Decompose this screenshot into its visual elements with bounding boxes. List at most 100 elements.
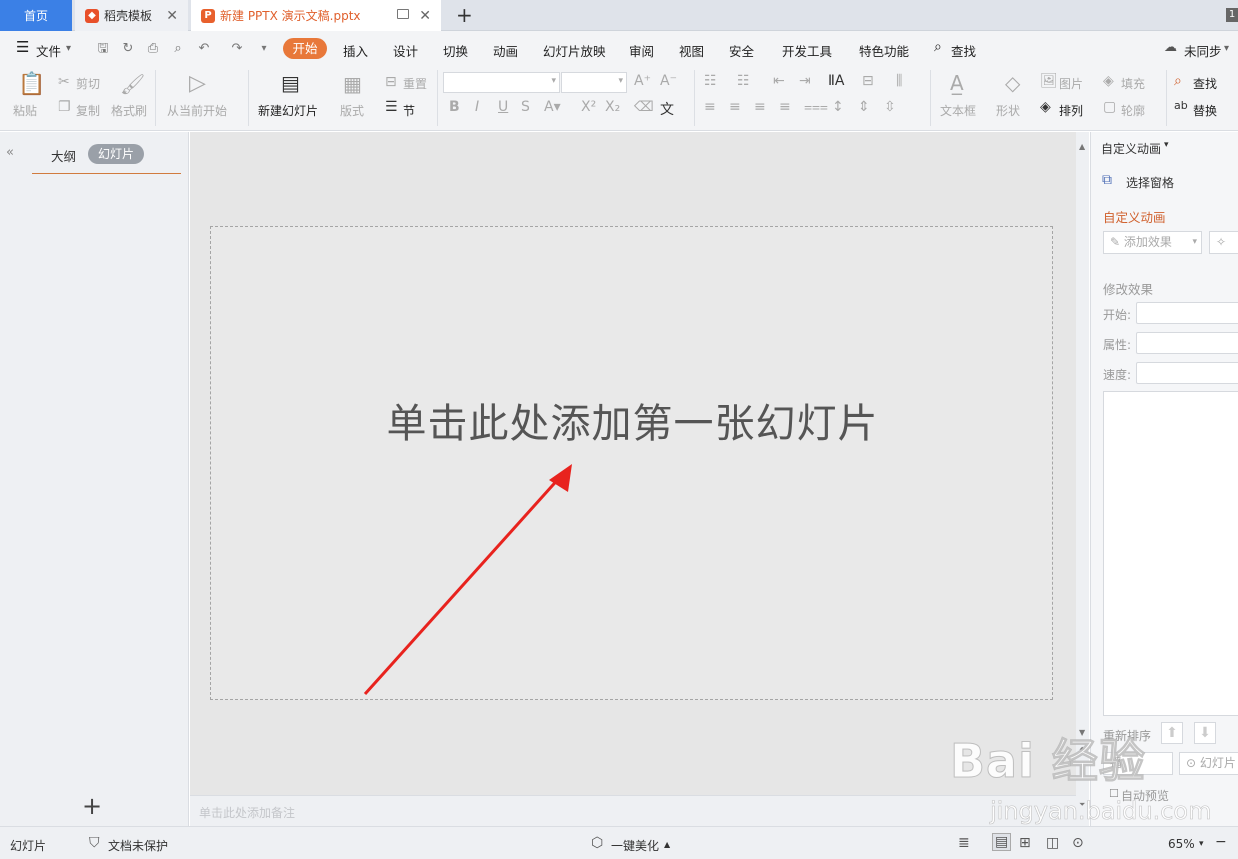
chevron-up-icon[interactable]: ▲ [664, 840, 670, 849]
menu-start[interactable]: 开始 [283, 38, 327, 59]
add-effect-button[interactable]: ✎ 添加效果 ▾ [1103, 231, 1202, 254]
new-slide-icon[interactable]: ▤ [281, 71, 300, 95]
menu-transition[interactable]: 切换 [443, 41, 468, 60]
menu-view[interactable]: 视图 [679, 41, 704, 60]
notes-area[interactable]: 单击此处添加备注 [190, 795, 1076, 826]
align-left-icon[interactable]: ≡ [704, 99, 716, 115]
delete-effect-button[interactable]: ✧ [1209, 231, 1238, 254]
autopreview-label[interactable]: 自动预览 [1121, 787, 1169, 804]
align-right-icon[interactable]: ≡ [754, 99, 766, 115]
shape-icon[interactable]: ◇ [1005, 71, 1020, 95]
replace-button[interactable]: 替换 [1193, 102, 1217, 119]
chevron-down-icon[interactable]: ▾ [66, 43, 71, 54]
section-icon[interactable]: ☰ [385, 99, 398, 115]
arrange-button[interactable]: 排列 [1059, 102, 1083, 119]
paste-button[interactable]: 粘贴 [13, 102, 37, 119]
find-icon[interactable]: ⌕ [1174, 73, 1182, 89]
tab-home[interactable]: 首页 [0, 0, 72, 31]
animation-list[interactable] [1103, 391, 1238, 716]
copy-button[interactable]: 复制 [76, 102, 100, 119]
zoom-out-icon[interactable]: − [1215, 834, 1227, 850]
print-icon[interactable]: ⎙ [146, 42, 160, 56]
format-painter-icon[interactable]: 🖌 [120, 72, 145, 96]
fill-button[interactable]: 填充 [1121, 75, 1145, 92]
paragraph-spacing-icon[interactable]: ⇕ [858, 99, 870, 115]
add-slide-button[interactable]: + [82, 792, 102, 820]
close-icon[interactable]: ✕ [166, 8, 178, 24]
zoom-level[interactable]: 65% [1168, 837, 1195, 851]
menu-developer[interactable]: 开发工具 [782, 41, 832, 60]
collapse-panel-icon[interactable]: « [6, 145, 14, 160]
outline-button[interactable]: 轮廓 [1121, 102, 1145, 119]
checkbox-icon[interactable]: ☐ [1109, 787, 1119, 800]
chevron-down-icon[interactable]: ▾ [1164, 140, 1169, 150]
menu-design[interactable]: 设计 [393, 41, 418, 60]
cut-icon[interactable]: ✂ [58, 74, 70, 90]
text-align-vertical-icon[interactable]: ⇳ [884, 99, 896, 115]
cut-button[interactable]: 剪切 [76, 75, 100, 92]
undo-icon[interactable]: ↶ [197, 42, 211, 56]
move-up-button[interactable]: ⬆ [1161, 722, 1183, 744]
decrease-font-icon[interactable]: A⁻ [660, 73, 677, 89]
close-icon[interactable]: ✕ [419, 8, 431, 24]
add-first-slide-placeholder[interactable]: 单击此处添加第一张幻灯片 [211, 391, 1054, 449]
menu-file[interactable]: 文件 [36, 41, 61, 60]
tab-slides[interactable]: 幻灯片 [88, 144, 144, 164]
slide-placeholder-area[interactable]: 单击此处添加第一张幻灯片 [210, 226, 1053, 700]
slideshow-view-icon[interactable]: ⊙ [1072, 835, 1084, 851]
layout-icon[interactable]: ▦ [343, 72, 362, 96]
font-family-select[interactable] [443, 72, 560, 93]
reading-view-icon[interactable]: ◫ [1046, 835, 1059, 851]
print-preview-icon[interactable]: ⌕ [171, 42, 185, 56]
property-select[interactable] [1136, 332, 1238, 354]
line-spacing-icon[interactable]: ↕ [832, 99, 844, 115]
menu-features[interactable]: 特色功能 [859, 41, 909, 60]
distribute-icon[interactable]: ⩶ [804, 99, 828, 115]
menu-review[interactable]: 审阅 [629, 41, 654, 60]
slideshow-button[interactable]: ⊙ 幻灯片 [1179, 752, 1238, 775]
indent-increase-icon[interactable]: ⇥ [799, 73, 811, 89]
sync-status[interactable]: 未同步 [1184, 41, 1222, 60]
play-button[interactable]: 播 [1103, 752, 1173, 775]
vertical-scrollbar[interactable]: ▲ ▼ ⏶ ⏷ [1076, 132, 1089, 826]
play-icon[interactable]: ▷ [189, 71, 206, 96]
menu-security[interactable]: 安全 [729, 41, 754, 60]
next-slide-icon[interactable]: ⏷ [1079, 800, 1085, 810]
move-down-button[interactable]: ⬇ [1194, 722, 1216, 744]
from-current-button[interactable]: 从当前开始 [167, 102, 227, 119]
scroll-up-icon[interactable]: ▲ [1079, 142, 1085, 151]
section-button[interactable]: 节 [403, 102, 415, 119]
tab-template[interactable]: ◆ 稻壳模板 ✕ [75, 0, 188, 31]
menu-animation[interactable]: 动画 [493, 41, 518, 60]
justify-icon[interactable]: ≡ [779, 99, 791, 115]
tab-outline[interactable]: 大纲 [51, 146, 76, 165]
font-color-icon[interactable]: A▾ [544, 99, 561, 115]
notes-toggle-icon[interactable]: ≣ [958, 835, 970, 851]
paste-icon[interactable]: 📋 [18, 72, 45, 97]
scroll-down-icon[interactable]: ▼ [1079, 728, 1085, 737]
text-direction-icon[interactable]: ⅡA [828, 73, 844, 89]
export-icon[interactable]: ↻ [121, 42, 135, 56]
superscript-icon[interactable]: X² [581, 99, 596, 115]
reset-button[interactable]: 重置 [403, 75, 427, 92]
shape-button[interactable]: 形状 [996, 102, 1020, 119]
increase-font-icon[interactable]: A⁺ [634, 73, 651, 89]
numbered-list-icon[interactable]: ☷ [737, 73, 750, 89]
phonetic-icon[interactable]: 文 [660, 99, 674, 119]
new-slide-button[interactable]: 新建幻灯片 [258, 102, 318, 119]
subscript-icon[interactable]: X₂ [605, 99, 620, 115]
layout-button[interactable]: 版式 [340, 102, 364, 119]
protection-status[interactable]: 文档未保护 [108, 837, 168, 854]
bold-icon[interactable]: B [449, 99, 460, 115]
search-icon[interactable]: ⌕ [934, 39, 942, 55]
chevron-down-icon[interactable]: ▾ [1224, 43, 1229, 54]
selection-pane-link[interactable]: 选择窗格 [1126, 174, 1174, 191]
columns-icon[interactable]: ⫼ [896, 73, 902, 89]
cloud-icon[interactable]: ☁ [1164, 40, 1177, 55]
new-tab-button[interactable]: + [456, 3, 473, 27]
pane-header[interactable]: 自定义动画 [1101, 140, 1161, 157]
customize-dropdown-icon[interactable]: ▾ [257, 42, 271, 56]
reset-icon[interactable]: ⊟ [385, 74, 397, 90]
start-select[interactable] [1136, 302, 1238, 324]
underline-icon[interactable]: U [498, 99, 508, 115]
